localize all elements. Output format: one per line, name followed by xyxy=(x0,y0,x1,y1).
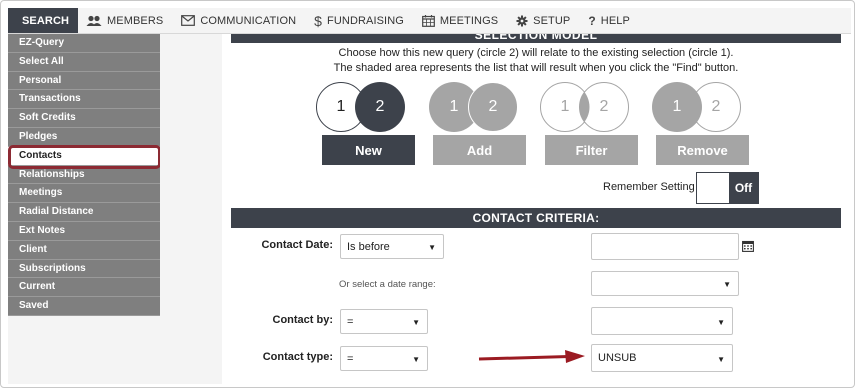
nav-fundraising[interactable]: $ FUNDRAISING xyxy=(306,8,414,33)
nav-communication[interactable]: COMMUNICATION xyxy=(173,8,306,33)
main-panel: SELECTION MODEL Choose how this new quer… xyxy=(222,34,851,384)
sidebar-spacer xyxy=(8,316,160,384)
contact-date-label: Contact Date: xyxy=(261,239,333,251)
selection-model-title: SELECTION MODEL xyxy=(474,34,598,42)
remember-setting-toggle[interactable]: Off xyxy=(696,172,759,204)
selection-model-line2: The shaded area represents the list that… xyxy=(333,62,739,74)
contact-type-operator-select[interactable]: = ▼ xyxy=(340,346,428,371)
venn-remove-circle-1: 1 xyxy=(652,82,702,132)
nav-help[interactable]: ? HELP xyxy=(580,8,640,33)
contact-date-operator-value: Is before xyxy=(347,240,390,253)
nav-search-label: SEARCH xyxy=(22,14,70,27)
venn-add-circle-2: 2 xyxy=(468,82,518,132)
nav-fundraising-label: FUNDRAISING xyxy=(327,14,404,27)
nav-setup[interactable]: SETUP xyxy=(508,8,580,33)
contact-by-label: Contact by: xyxy=(272,314,334,326)
gear-icon xyxy=(516,15,528,26)
sidebar-item-ez-query[interactable]: EZ-Query xyxy=(8,34,160,53)
toggle-knob xyxy=(697,173,729,203)
sidebar-item-saved[interactable]: Saved xyxy=(8,297,160,316)
nav-setup-label: SETUP xyxy=(533,14,571,27)
sidebar-item-client[interactable]: Client xyxy=(8,241,160,260)
calendar-icon[interactable] xyxy=(742,240,754,252)
contact-date-operator-select[interactable]: Is before ▼ xyxy=(340,234,444,259)
question-icon: ? xyxy=(588,13,596,28)
sidebar-item-radial-distance[interactable]: Radial Distance xyxy=(8,203,160,222)
members-icon xyxy=(86,15,102,26)
envelope-icon xyxy=(181,15,196,26)
contact-type-value: UNSUB xyxy=(598,352,637,364)
sidebar-item-select-all[interactable]: Select All xyxy=(8,53,160,72)
top-nav: SEARCH MEMBERS COMMUNICATION $ FUNDRAISI… xyxy=(8,8,851,34)
sidebar-item-transactions[interactable]: Transactions xyxy=(8,90,160,110)
nav-members-label: MEMBERS xyxy=(107,14,164,27)
contact-by-operator-value: = xyxy=(347,315,354,328)
mode-filter-button[interactable]: Filter xyxy=(545,135,638,165)
sidebar-item-subscriptions[interactable]: Subscriptions xyxy=(8,260,160,279)
contact-type-label: Contact type: xyxy=(262,351,333,363)
contact-type-select[interactable]: UNSUB ▼ xyxy=(591,344,733,372)
sidebar-item-current[interactable]: Current xyxy=(8,278,160,298)
date-range-select[interactable]: ▼ xyxy=(591,271,739,296)
nav-search[interactable]: SEARCH xyxy=(8,8,78,33)
contact-criteria-header: CONTACT CRITERIA: xyxy=(231,208,841,228)
nav-communication-label: COMMUNICATION xyxy=(200,14,297,27)
selection-highlight xyxy=(8,145,161,169)
sidebar-item-soft-credits[interactable]: Soft Credits xyxy=(8,109,160,128)
nav-members[interactable]: MEMBERS xyxy=(78,8,173,33)
chevron-down-icon: ▼ xyxy=(412,355,420,364)
content-gutter xyxy=(160,34,222,384)
contact-by-operator-select[interactable]: = ▼ xyxy=(340,309,428,334)
sidebar-item-pledges[interactable]: Pledges xyxy=(8,128,160,147)
calendar-icon xyxy=(422,14,435,27)
venn-new-circle-2: 2 xyxy=(355,82,405,132)
chevron-down-icon: ▼ xyxy=(717,318,725,327)
contact-type-operator-value: = xyxy=(347,352,354,365)
nav-meetings[interactable]: MEETINGS xyxy=(414,8,508,33)
sidebar-item-ext-notes[interactable]: Ext Notes xyxy=(8,222,160,241)
sidebar-item-meetings[interactable]: Meetings xyxy=(8,184,160,204)
annotation-arrow xyxy=(478,350,585,363)
app-window: SEARCH MEMBERS COMMUNICATION $ FUNDRAISI… xyxy=(0,0,855,388)
venn-new[interactable]: 1 2 xyxy=(316,82,406,132)
nav-meetings-label: MEETINGS xyxy=(439,14,499,27)
remember-setting-label: Remember Setting xyxy=(603,181,695,193)
chevron-down-icon: ▼ xyxy=(428,243,436,252)
mode-new-button[interactable]: New xyxy=(322,135,415,165)
selection-model-line1: Choose how this new query (circle 2) wil… xyxy=(338,47,734,59)
chevron-down-icon: ▼ xyxy=(717,355,725,364)
chevron-down-icon: ▼ xyxy=(723,280,731,289)
chevron-down-icon: ▼ xyxy=(412,318,420,327)
mode-add-button[interactable]: Add xyxy=(433,135,526,165)
dollar-icon: $ xyxy=(314,12,323,29)
sidebar: EZ-Query Select All Personal Transaction… xyxy=(8,34,160,316)
venn-add[interactable]: 1 2 xyxy=(429,82,519,132)
mode-remove-button[interactable]: Remove xyxy=(656,135,749,165)
venn-remove[interactable]: 2 1 xyxy=(652,82,742,132)
venn-filter-circle-2: 2 xyxy=(599,98,609,115)
toggle-state: Off xyxy=(729,173,758,203)
sidebar-item-personal[interactable]: Personal xyxy=(8,72,160,91)
selection-model-header: SELECTION MODEL xyxy=(231,34,841,43)
nav-help-label: HELP xyxy=(600,14,630,27)
date-range-hint: Or select a date range: xyxy=(339,279,436,290)
contact-date-input[interactable] xyxy=(591,233,739,260)
contact-by-select[interactable]: ▼ xyxy=(591,307,733,335)
venn-filter[interactable]: 1 2 xyxy=(540,82,630,132)
